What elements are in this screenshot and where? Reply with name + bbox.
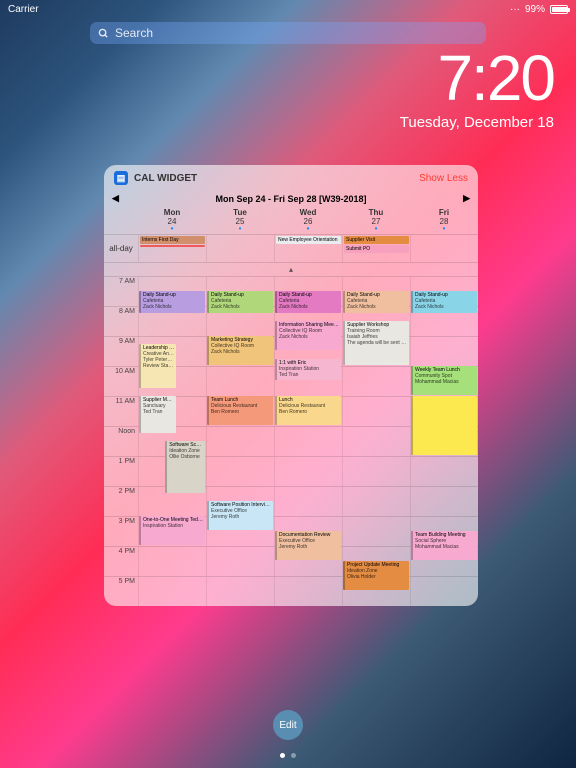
hour-cell — [274, 487, 342, 516]
calendar-event[interactable]: Project Update MeetingIdeation ZoneOlivi… — [343, 561, 409, 590]
week-range-label: Mon Sep 24 - Fri Sep 28 [W39-2018] — [119, 194, 463, 204]
hour-label: 2 PM — [104, 487, 138, 516]
calendar-event[interactable]: Weekly Team LunchCommunity SpotMohammad … — [411, 366, 477, 395]
widget-header: ▤ CAL WIDGET Show Less — [104, 165, 478, 191]
page-indicator — [280, 753, 296, 758]
hour-cell — [410, 487, 478, 516]
hour-label: 9 AM — [104, 337, 138, 366]
calendar-event[interactable]: Team Building MeetingSocial SphereMohamm… — [411, 531, 477, 560]
calendar-event[interactable]: Software Position InterviewExecutive Off… — [207, 501, 273, 530]
calendar-event[interactable]: Information Sharing MeetingsCollective I… — [275, 321, 341, 350]
calendar-event[interactable]: Daily Stand-upCafeteriaZack Nichols — [343, 291, 409, 313]
calendar-event[interactable]: 1:1 with EricInspiration StationTed Tran — [275, 359, 341, 381]
calendar-event[interactable]: Marketing StrategyCollective IQ RoomZack… — [207, 336, 273, 365]
all-day-label: all-day — [104, 235, 138, 262]
hour-label: 11 AM — [104, 397, 138, 426]
hour-label: 10 AM — [104, 367, 138, 396]
all-day-cell — [410, 235, 478, 262]
hour-cell — [274, 577, 342, 606]
day-header[interactable]: Tue25• — [206, 206, 274, 234]
calendar-event[interactable]: Software ScaffoldingIdeation ZoneOllie O… — [165, 441, 204, 493]
all-day-event[interactable]: Submit PO — [344, 245, 409, 253]
hour-label: 1 PM — [104, 457, 138, 486]
hour-label: 3 PM — [104, 517, 138, 546]
calendar-widget: ▤ CAL WIDGET Show Less ◀ Mon Sep 24 - Fr… — [104, 165, 478, 606]
all-day-row: all-day Interns First Day New Employee Or… — [104, 234, 478, 262]
hour-cell — [342, 517, 410, 546]
all-day-event[interactable]: New Employee Orientation — [276, 236, 341, 244]
page-dot — [291, 753, 296, 758]
clock-time: 7:20 — [400, 46, 554, 110]
calendar-event[interactable]: Documentation ReviewExecutive OfficeJere… — [275, 531, 341, 560]
hour-cell — [342, 367, 410, 396]
calendar-event[interactable]: Daily Stand-upCafeteriaZack Nichols — [207, 291, 273, 313]
next-week-button[interactable]: ▶ — [463, 193, 470, 204]
day-header[interactable]: Fri28• — [410, 206, 478, 234]
hour-cell — [342, 397, 410, 426]
hour-cell — [274, 427, 342, 456]
week-nav: ◀ Mon Sep 24 - Fri Sep 28 [W39-2018] ▶ — [104, 191, 478, 206]
calendar-event[interactable] — [411, 396, 477, 455]
page-dot — [280, 753, 285, 758]
all-day-event[interactable] — [140, 245, 205, 247]
hour-label: Noon — [104, 427, 138, 456]
all-day-cell: New Employee Orientation — [274, 235, 342, 262]
battery-icon — [550, 5, 568, 14]
calendar-event[interactable]: Supplier WorkshopTraining RoomIsaiah Jef… — [343, 321, 409, 365]
day-header[interactable]: Wed26• — [274, 206, 342, 234]
hour-cell — [206, 427, 274, 456]
collapse-toggle[interactable]: ▴ — [104, 262, 478, 276]
hour-label: 7 AM — [104, 277, 138, 306]
calendar-event[interactable]: Team LunchDelicious RestaurantBen Romero — [207, 396, 273, 425]
hour-cell — [206, 457, 274, 486]
hour-cell — [342, 487, 410, 516]
hour-cell — [410, 577, 478, 606]
hour-cell — [138, 577, 206, 606]
battery-percent: 99% — [525, 4, 545, 15]
all-day-event[interactable]: Interns First Day — [140, 236, 205, 244]
edit-button[interactable]: Edit — [273, 710, 303, 740]
hour-label: 8 AM — [104, 307, 138, 336]
hour-cell — [206, 367, 274, 396]
all-day-cell: Supplier VisitSubmit PO — [342, 235, 410, 262]
all-day-cell: Interns First Day — [138, 235, 206, 262]
hour-cell — [206, 547, 274, 576]
calendar-event[interactable]: Supplier MeetingSanctuaryTed Tran — [139, 396, 176, 433]
day-headers: Mon24•Tue25•Wed26•Thu27•Fri28• — [104, 206, 478, 234]
show-less-button[interactable]: Show Less — [419, 173, 468, 184]
hour-label: 5 PM — [104, 577, 138, 606]
day-header[interactable]: Thu27• — [342, 206, 410, 234]
calendar-event[interactable]: Daily Stand-upCafeteriaZack Nichols — [411, 291, 477, 313]
signal-icon: ··· — [510, 4, 520, 15]
day-header[interactable]: Mon24• — [138, 206, 206, 234]
prev-week-button[interactable]: ◀ — [112, 193, 119, 204]
status-bar: Carrier ··· 99% — [0, 0, 576, 18]
hour-cell — [342, 427, 410, 456]
clock-date: Tuesday, December 18 — [400, 114, 554, 131]
carrier-label: Carrier — [8, 4, 39, 15]
calendar-event[interactable]: LunchDelicious RestaurantBen Romero — [275, 396, 341, 425]
hour-cell — [342, 457, 410, 486]
calendar-event[interactable]: Leadership meetingCreative AnnexTyler Pe… — [139, 344, 176, 388]
hour-grid: Daily Stand-upCafeteriaZack NicholsDaily… — [104, 276, 478, 606]
search-icon — [98, 28, 109, 39]
hour-cell — [410, 457, 478, 486]
all-day-event[interactable]: Supplier Visit — [344, 236, 409, 244]
app-icon: ▤ — [114, 171, 128, 185]
hour-cell — [274, 457, 342, 486]
all-day-cell — [206, 235, 274, 262]
calendar-event[interactable]: One-to-One Meeting Ted with JessInspirat… — [139, 516, 205, 545]
calendar-event[interactable]: Daily Stand-upCafeteriaZack Nichols — [139, 291, 205, 313]
search-bar[interactable]: Search — [90, 22, 486, 44]
hour-cell — [206, 577, 274, 606]
calendar-event[interactable]: Daily Stand-upCafeteriaZack Nichols — [275, 291, 341, 313]
hour-label: 4 PM — [104, 547, 138, 576]
search-placeholder: Search — [115, 26, 153, 40]
widget-title: CAL WIDGET — [134, 173, 197, 184]
hour-cell — [410, 337, 478, 366]
hour-cell — [138, 547, 206, 576]
lock-clock: 7:20 Tuesday, December 18 — [400, 46, 554, 131]
